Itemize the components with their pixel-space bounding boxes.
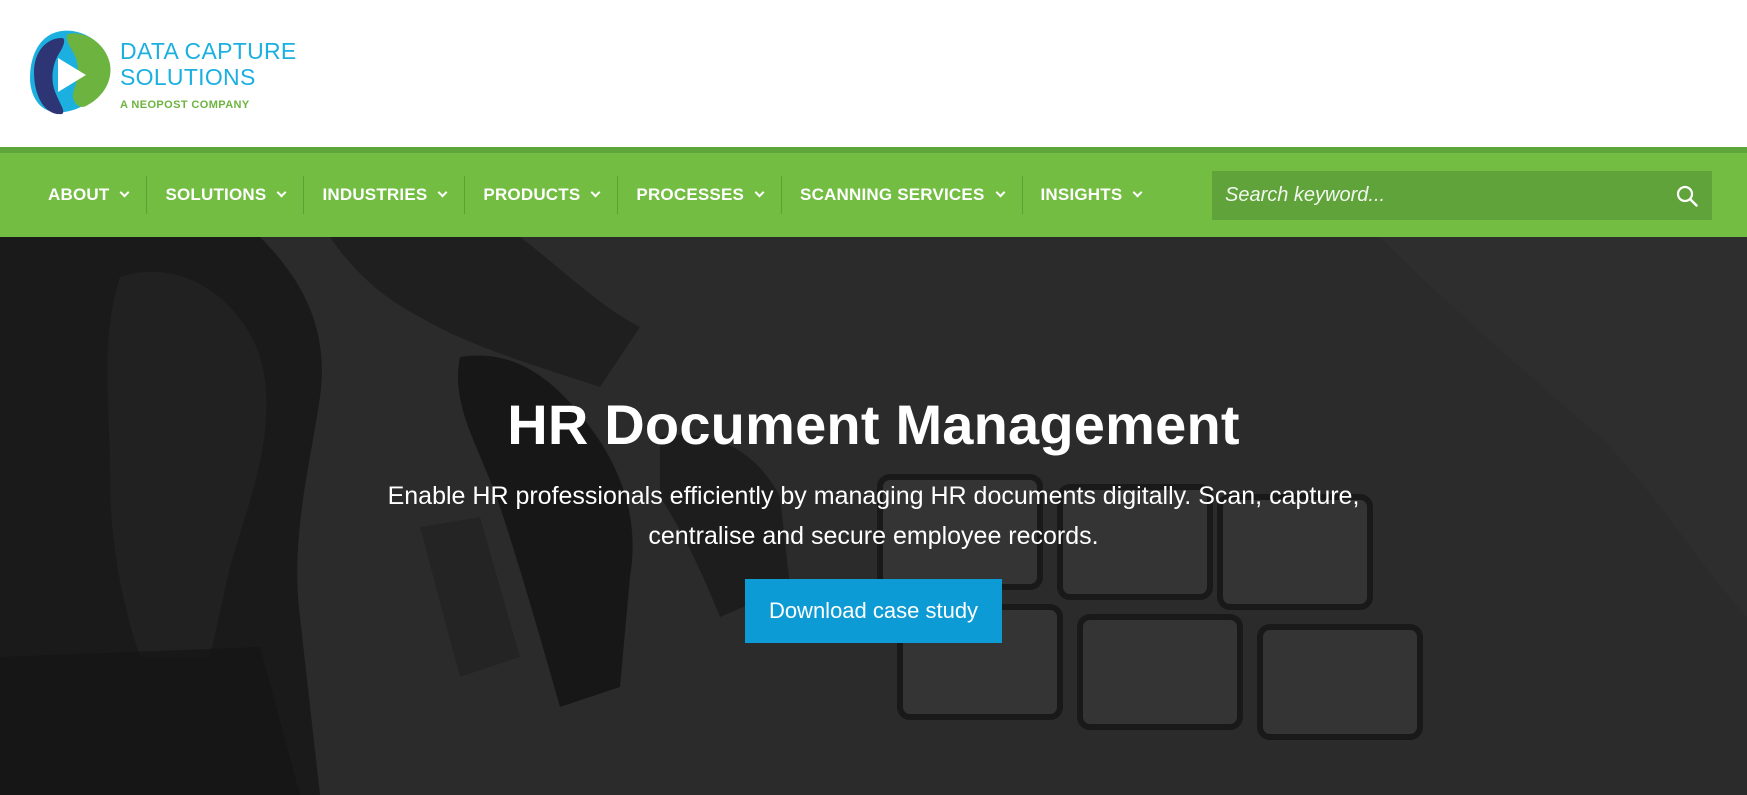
chevron-down-icon <box>754 187 765 198</box>
search-button[interactable] <box>1662 171 1712 220</box>
chevron-down-icon <box>437 187 448 198</box>
nav-item-label: INSIGHTS <box>1040 185 1123 204</box>
nav-list: ABOUT SOLUTIONS INDUSTRIES PRODUCTS PROC… <box>30 153 1159 237</box>
nav-item-label: INDUSTRIES <box>322 185 428 204</box>
nav-item-insights[interactable]: INSIGHTS <box>1021 176 1160 214</box>
nav-item-label: SOLUTIONS <box>165 185 267 204</box>
nav-item-label: SCANNING SERVICES <box>800 185 985 204</box>
search-form <box>1212 171 1712 220</box>
logo-line-1: DATA CAPTURE <box>120 38 297 64</box>
chevron-down-icon <box>276 187 287 198</box>
logo-play-icon <box>30 30 111 115</box>
page-title: HR Document Management <box>507 393 1240 456</box>
nav-item-label: PRODUCTS <box>483 185 581 204</box>
nav-item-label: PROCESSES <box>636 185 745 204</box>
nav-item-processes[interactable]: PROCESSES <box>617 176 781 214</box>
nav-item-about[interactable]: ABOUT <box>30 176 146 214</box>
logo-text: DATA CAPTURE SOLUTIONS A NEOPOST COMPANY <box>120 38 297 111</box>
main-nav: ABOUT SOLUTIONS INDUSTRIES PRODUCTS PROC… <box>0 147 1747 237</box>
logo-line-2: SOLUTIONS <box>120 64 256 90</box>
chevron-down-icon <box>995 187 1005 198</box>
nav-item-products[interactable]: PRODUCTS <box>464 176 617 214</box>
search-input[interactable] <box>1212 171 1662 220</box>
hero-content: HR Document Management Enable HR profess… <box>0 392 1747 643</box>
search-icon <box>1676 185 1698 207</box>
nav-item-industries[interactable]: INDUSTRIES <box>303 176 464 214</box>
logo-tagline: A NEOPOST COMPANY <box>120 99 250 111</box>
chevron-down-icon <box>1132 187 1143 198</box>
chevron-down-icon <box>120 187 130 198</box>
site-header: DATA CAPTURE SOLUTIONS A NEOPOST COMPANY <box>0 0 1747 147</box>
nav-item-label: ABOUT <box>48 185 110 204</box>
nav-item-solutions[interactable]: SOLUTIONS <box>146 176 303 214</box>
chevron-down-icon <box>590 187 601 198</box>
nav-item-scanning-services[interactable]: SCANNING SERVICES <box>781 176 1021 214</box>
hero-subtitle: Enable HR professionals efficiently by m… <box>387 482 1360 550</box>
company-logo[interactable]: DATA CAPTURE SOLUTIONS A NEOPOST COMPANY <box>28 28 297 118</box>
hero-banner: HR Document Management Enable HR profess… <box>0 237 1747 795</box>
download-case-study-button[interactable]: Download case study <box>744 579 1003 643</box>
